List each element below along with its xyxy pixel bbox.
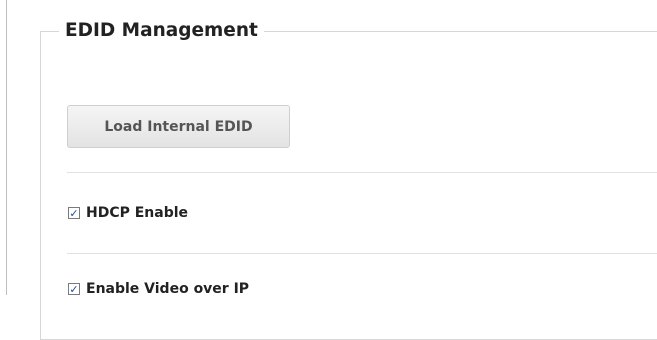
divider xyxy=(67,172,657,173)
panel-title: EDID Management xyxy=(65,20,258,41)
checkmark-icon: ✓ xyxy=(69,282,79,296)
divider xyxy=(67,253,657,254)
edid-settings-page: EDID Management Load Internal EDID ✓ HDC… xyxy=(0,0,657,340)
hdcp-enable-label: HDCP Enable xyxy=(86,205,189,221)
hdcp-enable-option[interactable]: ✓ HDCP Enable xyxy=(68,205,188,221)
enable-video-over-ip-checkbox[interactable]: ✓ xyxy=(68,283,80,295)
hdcp-enable-checkbox[interactable]: ✓ xyxy=(68,207,80,219)
page-left-border xyxy=(6,0,7,295)
load-internal-edid-button[interactable]: Load Internal EDID xyxy=(67,105,290,148)
checkmark-icon: ✓ xyxy=(69,206,79,220)
